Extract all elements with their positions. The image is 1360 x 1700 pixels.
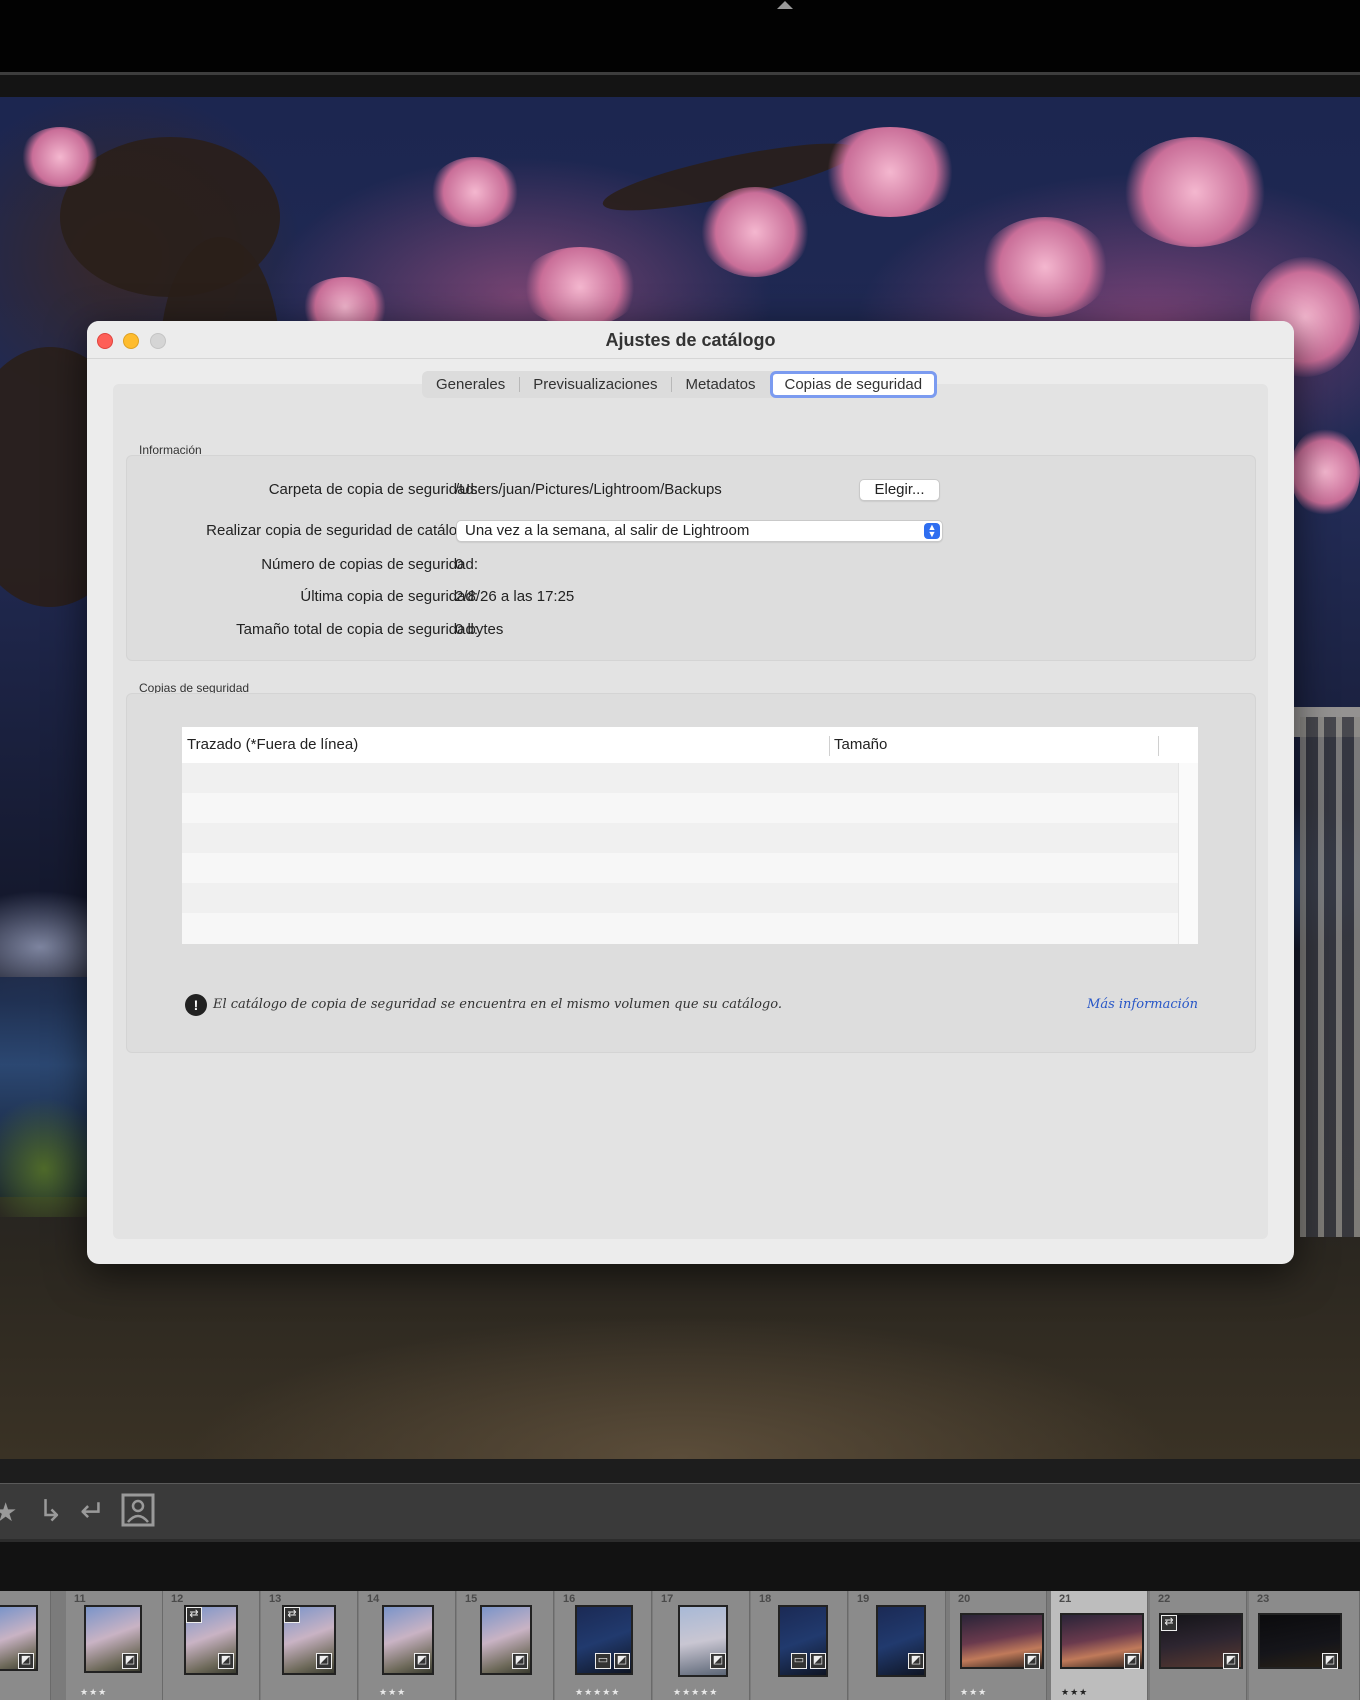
rating-stars: ★★★ xyxy=(80,1687,108,1697)
cell-number: 20 xyxy=(958,1593,971,1605)
filmstrip-cell[interactable]: 11 ◩ ★★★ xyxy=(66,1591,163,1700)
backup-count-value: 0 xyxy=(455,556,464,573)
tab-bar: Generales Previsualizaciones Metadatos C… xyxy=(422,371,938,398)
backup-size-label: Tamaño total de copia de seguridad: xyxy=(236,621,478,638)
cell-number: 17 xyxy=(661,1593,674,1605)
edited-badge-icon: ◩ xyxy=(1223,1653,1239,1669)
cell-number: 22 xyxy=(1158,1593,1171,1605)
rating-stars: ★★★ xyxy=(960,1687,988,1697)
column-divider[interactable] xyxy=(1158,736,1159,756)
last-backup-value: 2/8/26 a las 17:25 xyxy=(455,588,575,605)
swap-badge-icon: ⇄ xyxy=(186,1607,202,1623)
cell-number: 15 xyxy=(465,1593,478,1605)
cell-number: 14 xyxy=(367,1593,380,1605)
table-row[interactable] xyxy=(182,883,1178,913)
rating-stars: ★★★★★ xyxy=(673,1687,719,1697)
star-icon[interactable]: ★ xyxy=(0,1494,17,1530)
filmstrip-cell[interactable]: 19 ◩ xyxy=(849,1591,946,1700)
rating-stars: ★★★ xyxy=(379,1687,407,1697)
choose-folder-button[interactable]: Elegir... xyxy=(859,479,940,501)
backup-folder-label: Carpeta de copia de seguridad: xyxy=(268,481,478,498)
table-header: Trazado (*Fuera de línea) Tamaño xyxy=(182,727,1198,763)
tab-generales[interactable]: Generales xyxy=(422,371,519,398)
warning-icon: ! xyxy=(185,994,207,1016)
backup-frequency-value: Una vez a la semana, al salir de Lightro… xyxy=(465,522,750,539)
rating-stars: ★★★ xyxy=(1061,1687,1089,1697)
edited-badge-icon: ◩ xyxy=(1024,1653,1040,1669)
filmstrip-cell[interactable]: 18 ▭ ◩ xyxy=(751,1591,848,1700)
filmstrip-cell[interactable]: 15 ◩ xyxy=(457,1591,554,1700)
edited-badge-icon: ◩ xyxy=(512,1653,528,1669)
filmstrip-cell[interactable]: 12 ⇄ ◩ xyxy=(163,1591,260,1700)
table-row[interactable] xyxy=(182,853,1178,883)
edited-badge-icon: ◩ xyxy=(316,1653,332,1669)
warning-message: El catálogo de copia de seguridad se enc… xyxy=(213,997,782,1012)
table-row[interactable] xyxy=(182,823,1178,853)
last-backup-label: Última copia de seguridad: xyxy=(300,588,478,605)
crop-badge-icon: ▭ xyxy=(791,1653,807,1669)
edited-badge-icon: ◩ xyxy=(218,1653,234,1669)
rotate-right-icon[interactable]: ↵ xyxy=(80,1494,105,1530)
table-row[interactable] xyxy=(182,763,1178,793)
backup-frequency-label: Realizar copia de seguridad de catálogo: xyxy=(206,522,478,539)
edited-badge-icon: ◩ xyxy=(18,1653,34,1669)
chevron-updown-icon: ▲ ▼ xyxy=(924,523,940,539)
more-info-link[interactable]: Más información xyxy=(1087,997,1198,1012)
cell-number: 18 xyxy=(759,1593,772,1605)
divider xyxy=(0,1539,1360,1591)
divider xyxy=(0,75,1360,97)
filmstrip-cell-selected[interactable]: 21 ◩ ★★★ xyxy=(1051,1591,1148,1700)
top-panel-bar xyxy=(0,0,1360,72)
tab-copias-de-seguridad[interactable]: Copias de seguridad xyxy=(769,371,938,398)
backup-frequency-select[interactable]: Una vez a la semana, al salir de Lightro… xyxy=(456,520,943,542)
cell-number: 16 xyxy=(563,1593,576,1605)
bottom-toolbar: ★ ↳ ↵ xyxy=(0,1483,1360,1539)
filmstrip-cell[interactable]: 22 ⇄ ◩ xyxy=(1150,1591,1247,1700)
cell-number: 13 xyxy=(269,1593,282,1605)
backup-count-label: Número de copias de seguridad: xyxy=(261,556,478,573)
filmstrip-cell[interactable]: 16 ▭ ◩ ★★★★★ xyxy=(555,1591,652,1700)
dialog-title: Ajustes de catálogo xyxy=(605,330,776,350)
column-size[interactable]: Tamaño xyxy=(834,727,887,763)
cell-number: 12 xyxy=(171,1593,184,1605)
edited-badge-icon: ◩ xyxy=(810,1653,826,1669)
edited-badge-icon: ◩ xyxy=(1124,1653,1140,1669)
tab-metadatos[interactable]: Metadatos xyxy=(671,371,769,398)
edited-badge-icon: ◩ xyxy=(1322,1653,1338,1669)
crop-badge-icon: ▭ xyxy=(595,1653,611,1669)
filmstrip-cell[interactable]: 20 ◩ ★★★ xyxy=(950,1591,1047,1700)
column-path[interactable]: Trazado (*Fuera de línea) xyxy=(187,727,358,763)
edited-badge-icon: ◩ xyxy=(908,1653,924,1669)
rotate-left-icon[interactable]: ↳ xyxy=(38,1494,63,1530)
table-scrollbar[interactable] xyxy=(1178,763,1198,944)
divider xyxy=(0,1459,1360,1483)
table-row[interactable] xyxy=(182,793,1178,823)
swap-badge-icon: ⇄ xyxy=(1161,1615,1177,1631)
column-divider[interactable] xyxy=(829,736,830,756)
cell-number: 21 xyxy=(1059,1593,1072,1605)
edited-badge-icon: ◩ xyxy=(614,1653,630,1669)
titlebar: Ajustes de catálogo xyxy=(87,321,1294,359)
cell-number: 11 xyxy=(74,1593,86,1605)
tab-previsualizaciones[interactable]: Previsualizaciones xyxy=(519,371,671,398)
filmstrip-cell[interactable]: 17 ◩ ★★★★★ xyxy=(653,1591,750,1700)
rating-stars: ★★★★★ xyxy=(575,1687,621,1697)
backup-size-value: 0 bytes xyxy=(455,621,504,638)
filmstrip-cell[interactable]: 14 ◩ ★★★ xyxy=(359,1591,456,1700)
edited-badge-icon: ◩ xyxy=(414,1653,430,1669)
table-row[interactable] xyxy=(182,913,1178,944)
backup-folder-value: /Users/juan/Pictures/Lightroom/Backups xyxy=(455,481,722,498)
panel-collapse-triangle-icon[interactable] xyxy=(777,1,793,9)
swap-badge-icon: ⇄ xyxy=(284,1607,300,1623)
cell-number: 19 xyxy=(857,1593,870,1605)
filmstrip-cell[interactable]: ◩ xyxy=(0,1591,51,1700)
filmstrip-cell[interactable]: 13 ⇄ ◩ xyxy=(261,1591,358,1700)
edited-badge-icon: ◩ xyxy=(122,1653,138,1669)
cell-number: 23 xyxy=(1257,1593,1270,1605)
filmstrip: ◩ 11 ◩ ★★★ 12 ⇄ ◩ 13 ⇄ ◩ 14 ◩ ★★★ 15 ◩ 1… xyxy=(0,1591,1360,1700)
people-view-icon[interactable] xyxy=(120,1492,156,1537)
filmstrip-cell[interactable]: 23 ◩ xyxy=(1249,1591,1360,1700)
edited-badge-icon: ◩ xyxy=(710,1653,726,1669)
backups-table: Trazado (*Fuera de línea) Tamaño xyxy=(182,727,1198,944)
